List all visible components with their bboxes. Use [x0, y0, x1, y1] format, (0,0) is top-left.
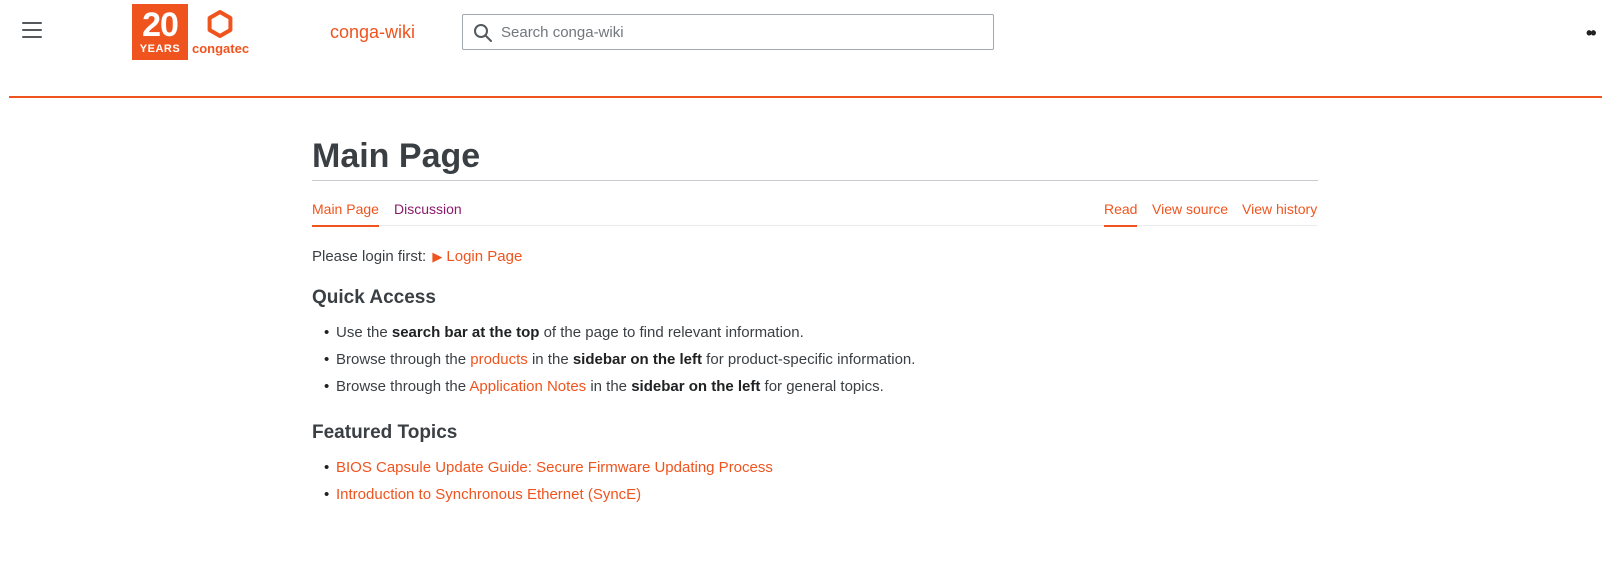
search-box[interactable] [462, 14, 994, 50]
products-link[interactable]: products [470, 351, 528, 368]
featured-topics-list: • BIOS Capsule Update Guide: Secure Firmw… [312, 454, 1318, 508]
congatec-logo-icon [207, 10, 233, 38]
search-icon [474, 24, 492, 42]
list-bold-text: sidebar on the left [631, 378, 761, 395]
list-text: in the [586, 378, 632, 395]
login-page-link[interactable]: Login Page [446, 248, 522, 265]
menu-bar-top [22, 22, 42, 24]
featured-topic-link[interactable]: Introduction to Synchronous Ethernet (Sy… [336, 486, 641, 503]
bullet: • [324, 378, 330, 395]
site-header: 20 YEARS congatec conga-wiki •• [0, 0, 1602, 98]
page-title: Main Page [312, 134, 1318, 181]
list-bold-text: search bar at the top [391, 324, 540, 341]
tab-view-source[interactable]: View source [1152, 201, 1228, 225]
main-content: Main Page Main Page Discussion Read View… [312, 134, 1318, 508]
main-menu-icon[interactable] [22, 22, 42, 40]
bullet: • [324, 324, 330, 341]
list-text: Browse through the [336, 351, 471, 368]
anniversary-logo[interactable]: 20 YEARS [132, 4, 188, 60]
tab-discussion[interactable]: Discussion [394, 201, 462, 225]
list-item: • Browse through the products in the side… [324, 346, 1318, 373]
list-text: in the [527, 351, 573, 368]
list-text: of the page to find relevant information… [539, 324, 804, 341]
list-bold-text: sidebar on the left [572, 351, 703, 368]
list-item: • BIOS Capsule Update Guide: Secure Firmw… [324, 454, 1318, 481]
menu-bar-bottom [22, 36, 42, 38]
application-notes-link[interactable]: Application Notes [469, 378, 586, 395]
quick-access-heading: Quick Access [312, 287, 436, 308]
featured-topic-link[interactable]: BIOS Capsule Update Guide: Secure Firmwa… [336, 459, 773, 476]
logo-years-number: 20 [142, 6, 179, 44]
list-text: Use the [336, 324, 392, 341]
tab-view-history[interactable]: View history [1242, 201, 1317, 225]
list-text: Browse through the [336, 378, 470, 395]
site-name-link[interactable]: conga-wiki [330, 22, 415, 43]
tab-read[interactable]: Read [1104, 201, 1138, 227]
play-arrow-icon: ▶ [432, 249, 443, 264]
logo-brand-text: congatec [192, 41, 250, 56]
list-item: • Use the search bar at the top of the pa… [324, 319, 1318, 346]
list-item: • Introduction to Synchronous Ethernet (S… [324, 481, 1318, 508]
user-menu-icon[interactable]: •• [1586, 23, 1597, 44]
logo-years-label: YEARS [139, 43, 181, 55]
tab-main-page[interactable]: Main Page [312, 201, 379, 227]
featured-topics-heading: Featured Topics [312, 422, 458, 443]
bullet: • [324, 459, 330, 476]
bullet: • [324, 486, 330, 503]
page-tabs: Main Page Discussion Read View source Vi… [312, 181, 1318, 227]
quick-access-list: • Use the search bar at the top of the pa… [312, 319, 1318, 400]
header-divider [9, 96, 1602, 98]
login-notice: Please login first: ▶ Login Page [312, 248, 1318, 265]
list-item: • Browse through the Application Notes in… [324, 373, 1318, 400]
list-text: for product-specific information. [702, 351, 916, 368]
search-input[interactable] [501, 15, 981, 49]
list-text: for general topics. [760, 378, 884, 395]
menu-bar-middle [22, 29, 42, 31]
bullet: • [324, 351, 330, 368]
login-prefix: Please login first: [312, 248, 427, 265]
